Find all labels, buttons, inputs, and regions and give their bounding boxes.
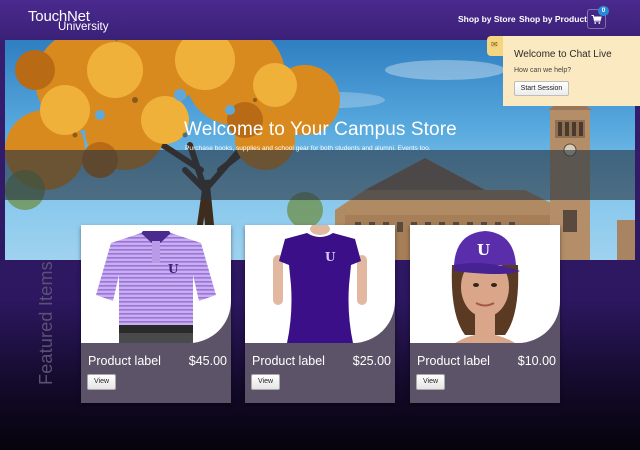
product-card-polo[interactable]: U Product label $45.00 View — [81, 225, 231, 403]
nav-shop-by-store[interactable]: Shop by Store — [458, 14, 516, 24]
nav-shop-by-product[interactable]: Shop by Product — [519, 14, 587, 24]
speech-bubble-icon: ✉ — [491, 40, 498, 49]
product-label: Product label — [417, 354, 490, 368]
product-price: $10.00 — [517, 354, 556, 368]
polo-shirt-image: U — [96, 231, 216, 343]
university-logo[interactable]: TouchNet University — [28, 9, 108, 35]
t-shirt-image: U — [273, 225, 367, 343]
product-image[interactable]: U — [410, 225, 560, 343]
top-navigation-bar: TouchNet University Shop by Store Shop b… — [0, 0, 640, 40]
product-price: $45.00 — [188, 354, 227, 368]
featured-items-heading: Featured Items — [36, 261, 56, 385]
start-session-button[interactable]: Start Session — [514, 81, 569, 96]
chat-toggle-tab[interactable]: ✉ — [487, 36, 503, 56]
view-button[interactable]: View — [416, 374, 445, 390]
product-card-tshirt[interactable]: U Product label $25.00 View — [245, 225, 395, 403]
logo-text-university: University — [58, 21, 109, 33]
product-label: Product label — [252, 354, 325, 368]
view-button[interactable]: View — [87, 374, 116, 390]
baseball-cap-image: U — [451, 231, 520, 343]
svg-text:U: U — [477, 241, 490, 259]
hero-subtitle: Purchase books, supplies and school gear… — [185, 145, 431, 152]
hero-text-band — [5, 150, 635, 200]
chat-title: Welcome to Chat Live — [514, 49, 612, 60]
hero-title: Welcome to Your Campus Store — [184, 119, 457, 140]
svg-text:U: U — [325, 250, 336, 264]
view-button[interactable]: View — [251, 374, 280, 390]
svg-text:U: U — [168, 262, 179, 276]
product-image[interactable]: U — [245, 225, 395, 343]
product-price: $25.00 — [352, 354, 391, 368]
cart-count-badge: 0 — [598, 6, 609, 16]
product-image[interactable]: U — [81, 225, 231, 343]
cart-button[interactable]: 0 — [587, 6, 609, 29]
product-label: Product label — [88, 354, 161, 368]
chat-live-panel: Welcome to Chat Live How can we help? St… — [503, 36, 640, 106]
product-card-cap[interactable]: U Product label $10.00 View — [410, 225, 560, 403]
chat-prompt: How can we help? — [514, 67, 572, 74]
